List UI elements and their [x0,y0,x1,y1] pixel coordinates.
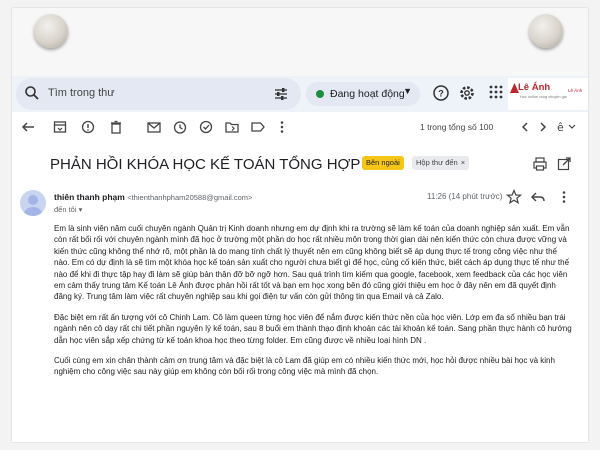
body-paragraph: Em là sinh viên năm cuối chuyên ngành Qu… [54,224,570,302]
caret-down-icon: ▼ [403,86,412,96]
email-view: 1 trong tổng số 100 ê PHẢN HỒI KHÓA HỌC … [12,112,588,442]
move-to-icon[interactable] [224,119,242,137]
body-paragraph: Cuối cùng em xin chân thành cảm ơn trung… [54,356,555,377]
search-box[interactable]: Tìm trong thư [16,78,301,110]
back-arrow-icon[interactable] [20,119,38,137]
settings-icon[interactable] [458,84,478,104]
sender-name[interactable]: thiên thanh phạm [54,192,125,202]
inbox-label-text: Hộp thư đến [416,158,458,167]
print-icon[interactable] [532,156,548,177]
brand-name: Lê Ánh [518,82,551,93]
avatar[interactable] [20,190,46,216]
svg-text:?: ? [438,89,444,99]
open-new-window-icon[interactable] [556,156,572,177]
input-tools-icon[interactable]: ê [556,119,576,137]
status-dropdown[interactable]: Đang hoạt động ▼ [306,82,420,106]
help-icon[interactable]: ? [432,84,452,104]
tune-icon[interactable] [273,86,289,107]
inbox-label: Hộp thư đến × [412,156,470,170]
add-task-icon[interactable] [198,119,216,137]
remove-label-button[interactable]: × [461,158,465,167]
label-icon[interactable] [250,119,268,137]
brand-tagline: Học online cùng chuyên gia [520,95,567,99]
sender-email: <thienthanhpham20588@gmail.com> [127,193,253,202]
search-icon[interactable] [24,85,40,106]
star-icon[interactable] [505,188,523,210]
chevron-left-icon[interactable] [518,119,536,137]
message-toolbar: 1 trong tổng số 100 ê [12,112,588,144]
details-caret-icon[interactable]: ▾ [79,205,83,214]
body-paragraph: Đặc biệt em rất ấn tượng với cô Chinh La… [54,312,572,345]
email-body: Em là sinh viên năm cuối chuyên ngành Qu… [54,223,574,387]
recipient-text: đến tôi [54,205,77,214]
mark-unread-icon[interactable] [146,119,164,137]
pushpin-decoration [34,14,68,48]
more-vert-icon[interactable] [274,119,292,137]
brand-name-small: Lê Ánh [568,88,583,93]
archive-icon[interactable] [52,119,70,137]
recipient-line: đến tôi ▾ [54,205,82,214]
pushpin-decoration [529,14,563,48]
chevron-right-icon[interactable] [536,119,554,137]
sender-line: thiên thanh phạm <thienthanhpham20588@gm… [54,192,252,202]
email-time: 11:26 (14 phút trước) [427,192,503,201]
search-input[interactable]: Tìm trong thư [48,87,115,99]
external-label: Bên ngoài [362,156,404,170]
status-label: Đang hoạt động [330,88,405,100]
apps-icon[interactable] [488,84,504,105]
svg-text:ê: ê [557,121,564,134]
brand-logo[interactable]: Lê Ánh Học online cùng chuyên gia Lê Ánh [508,78,588,110]
active-status-dot [316,90,324,98]
delete-icon[interactable] [108,119,126,137]
more-vert-icon[interactable] [556,189,572,210]
snooze-icon[interactable] [172,119,190,137]
reply-icon[interactable] [530,189,546,210]
email-subject: PHẢN HỒI KHÓA HỌC KẾ TOÁN TỔNG HỢP K144 [50,156,400,173]
report-spam-icon[interactable] [80,119,98,137]
gmail-topbar: Tìm trong thư Đang hoạt động ▼ ? Lê Ánh … [12,76,588,112]
pager-text: 1 trong tổng số 100 [420,122,494,132]
